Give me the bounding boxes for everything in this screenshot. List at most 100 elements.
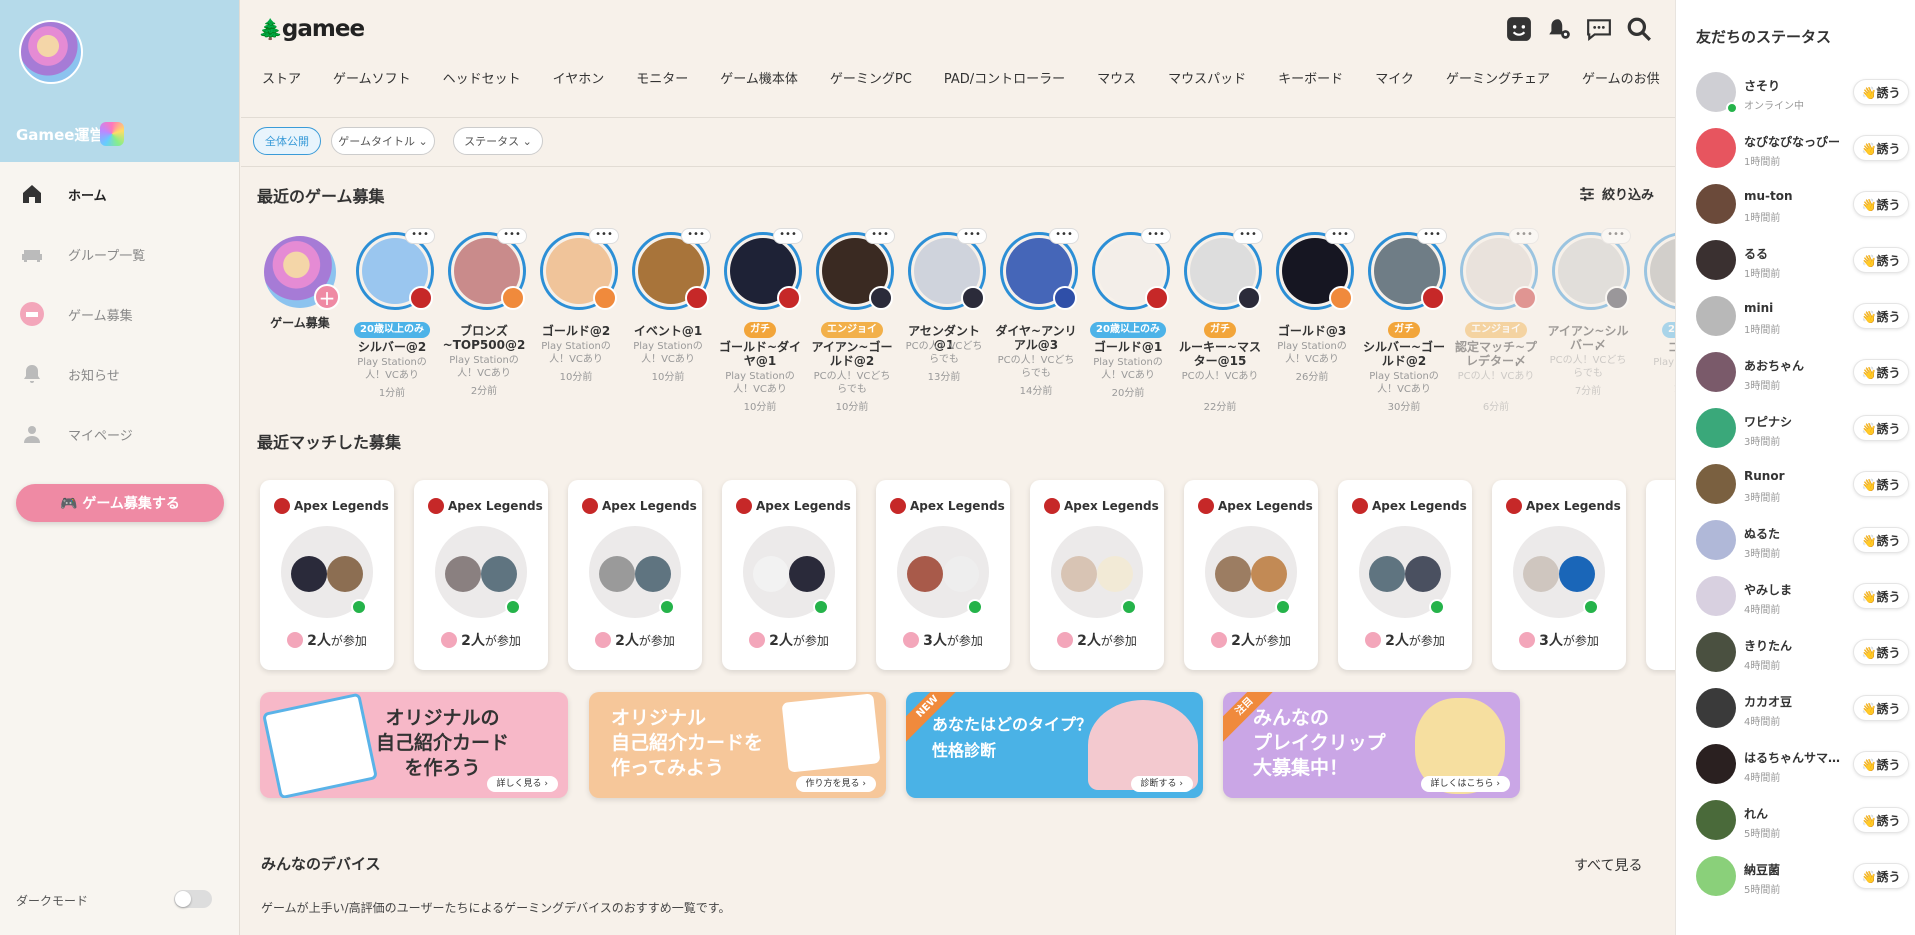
profile-name[interactable]: Gamee運営: [16, 124, 104, 145]
narrow-button[interactable]: 絞り込み: [1578, 184, 1654, 203]
friend-row[interactable]: なぴなぴなっぴー 1時間前 👋誘う: [1676, 128, 1915, 184]
invite-button[interactable]: 👋誘う: [1853, 639, 1909, 665]
smile-icon[interactable]: [1506, 16, 1532, 42]
recruit-title: ゴールド@3: [1277, 324, 1347, 338]
filter-game-title-dropdown[interactable]: ゲームタイトル ⌄: [331, 127, 435, 155]
banner-button[interactable]: 詳しく見る ›: [486, 776, 558, 792]
category-item[interactable]: ゲームソフト: [333, 68, 411, 87]
invite-button[interactable]: 👋誘う: [1853, 415, 1909, 441]
banner-play-clip[interactable]: 注目 みんなの プレイクリップ 大募集中！ 詳しくはこちら ›: [1223, 692, 1520, 798]
category-item[interactable]: モニター: [636, 68, 688, 87]
category-item[interactable]: ゲーム機本体: [720, 68, 798, 87]
friend-row[interactable]: ぬるた 3時間前 👋誘う: [1676, 520, 1915, 576]
devices-see-all-link[interactable]: すべて見る: [1574, 855, 1642, 875]
more-icon[interactable]: •••: [1417, 228, 1447, 244]
matched-card[interactable]: Apex Legends 3人が参加: [876, 480, 1010, 670]
friend-row[interactable]: やみしま 4時間前 👋誘う: [1676, 576, 1915, 632]
friend-row[interactable]: Runor 3時間前 👋誘う: [1676, 464, 1915, 520]
friend-row[interactable]: はるちゃんサマ… 4時間前 👋誘う: [1676, 744, 1915, 800]
category-item[interactable]: ゲーミングPC: [830, 68, 912, 87]
friend-row[interactable]: れん 5時間前 👋誘う: [1676, 800, 1915, 856]
invite-button[interactable]: 👋誘う: [1853, 135, 1909, 161]
category-item[interactable]: ヘッドセット: [443, 68, 521, 87]
category-item[interactable]: マイク: [1375, 68, 1414, 87]
more-icon[interactable]: •••: [497, 228, 527, 244]
nav-mypage[interactable]: マイページ: [0, 412, 240, 456]
filter-public-chip[interactable]: 全体公開: [253, 127, 321, 155]
banner-personality[interactable]: NEW あなたはどのタイプ？ 性格診断 診断する ›: [906, 692, 1203, 798]
category-item[interactable]: イヤホン: [553, 68, 605, 87]
category-item[interactable]: ゲームのお供: [1582, 68, 1660, 87]
nav-notifications[interactable]: お知らせ: [0, 352, 240, 396]
matched-card[interactable]: Apex Legends 2人が参加: [260, 480, 394, 670]
more-icon[interactable]: •••: [589, 228, 619, 244]
matched-card[interactable]: Apex Legends 2人が参加: [1184, 480, 1318, 670]
friend-row[interactable]: あおちゃん 3時間前 👋誘う: [1676, 352, 1915, 408]
nav-home[interactable]: ホーム: [0, 172, 240, 216]
more-icon[interactable]: •••: [1509, 228, 1539, 244]
matched-card[interactable]: Apex Legends 3人が参加: [1492, 480, 1626, 670]
matched-card[interactable]: Apex Legends 2人が参加: [722, 480, 856, 670]
matched-card[interactable]: Apex Legends 2人が参加: [414, 480, 548, 670]
banner-button[interactable]: 診断する ›: [1130, 776, 1193, 792]
more-icon[interactable]: •••: [681, 228, 711, 244]
logo[interactable]: 🌲gamee: [258, 16, 365, 42]
recruit-title: ゴー: [1667, 340, 1675, 354]
more-icon[interactable]: •••: [1233, 228, 1263, 244]
invite-button[interactable]: 👋誘う: [1853, 807, 1909, 833]
banner-button[interactable]: 詳しくはこちら ›: [1420, 776, 1510, 792]
more-icon[interactable]: •••: [405, 228, 435, 244]
more-icon[interactable]: •••: [1141, 228, 1171, 244]
category-item[interactable]: PAD/コントローラー: [944, 68, 1065, 87]
matched-card[interactable]: Apex Legends 2人が参加: [568, 480, 702, 670]
more-icon[interactable]: •••: [1601, 228, 1631, 244]
matched-card[interactable]: [1646, 480, 1675, 670]
matched-card[interactable]: Apex Legends 2人が参加: [1338, 480, 1472, 670]
more-icon[interactable]: •••: [957, 228, 987, 244]
invite-button[interactable]: 👋誘う: [1853, 695, 1909, 721]
invite-button[interactable]: 👋誘う: [1853, 751, 1909, 777]
add-icon[interactable]: +: [314, 284, 340, 310]
invite-button[interactable]: 👋誘う: [1853, 247, 1909, 273]
invite-button[interactable]: 👋誘う: [1853, 191, 1909, 217]
avatar[interactable]: [19, 20, 83, 84]
banner-button[interactable]: 作り方を見る ›: [795, 776, 876, 792]
matched-card[interactable]: Apex Legends 2人が参加: [1030, 480, 1164, 670]
chat-icon[interactable]: [1586, 16, 1612, 42]
invite-button[interactable]: 👋誘う: [1853, 471, 1909, 497]
bell-settings-icon[interactable]: [1546, 16, 1572, 42]
friend-row[interactable]: きりたん 4時間前 👋誘う: [1676, 632, 1915, 688]
more-icon[interactable]: •••: [773, 228, 803, 244]
category-item[interactable]: マウス: [1097, 68, 1136, 87]
banner-intro-card[interactable]: オリジナルの 自己紹介カード を作ろう 詳しく見る ›: [260, 692, 568, 798]
online-status-icon: [351, 599, 367, 615]
invite-button[interactable]: 👋誘う: [1853, 303, 1909, 329]
banner-make-card[interactable]: オリジナル 自己紹介カードを 作ってみよう 作り方を見る ›: [589, 692, 886, 798]
search-icon[interactable]: [1626, 16, 1652, 42]
invite-button[interactable]: 👋誘う: [1853, 359, 1909, 385]
more-icon[interactable]: •••: [1325, 228, 1355, 244]
more-icon[interactable]: •••: [1049, 228, 1079, 244]
friend-row[interactable]: 納豆菌 5時間前 👋誘う: [1676, 856, 1915, 912]
invite-button[interactable]: 👋誘う: [1853, 863, 1909, 889]
filter-status-dropdown[interactable]: ステータス ⌄: [453, 127, 543, 155]
friend-row[interactable]: るる 1時間前 👋誘う: [1676, 240, 1915, 296]
dark-mode-toggle[interactable]: [174, 890, 212, 908]
friend-row[interactable]: ワピナシ 3時間前 👋誘う: [1676, 408, 1915, 464]
story-ring: [1644, 232, 1675, 310]
create-recruit-button[interactable]: 🎮 ゲーム募集する: [16, 484, 224, 522]
more-icon[interactable]: •••: [865, 228, 895, 244]
friend-row[interactable]: mini 1時間前 👋誘う: [1676, 296, 1915, 352]
nav-groups[interactable]: グループ一覧: [0, 232, 240, 276]
category-item[interactable]: キーボード: [1278, 68, 1343, 87]
category-item[interactable]: ゲーミングチェア: [1446, 68, 1550, 87]
nav-game-recruit[interactable]: ゲーム募集: [0, 292, 240, 336]
category-item[interactable]: マウスパッド: [1168, 68, 1246, 87]
friend-row[interactable]: mu-ton 1時間前 👋誘う: [1676, 184, 1915, 240]
invite-button[interactable]: 👋誘う: [1853, 79, 1909, 105]
invite-button[interactable]: 👋誘う: [1853, 527, 1909, 553]
friend-row[interactable]: さそり オンライン中 👋誘う: [1676, 72, 1915, 128]
friend-row[interactable]: カカオ豆 4時間前 👋誘う: [1676, 688, 1915, 744]
invite-button[interactable]: 👋誘う: [1853, 583, 1909, 609]
category-item[interactable]: ストア: [262, 68, 301, 87]
